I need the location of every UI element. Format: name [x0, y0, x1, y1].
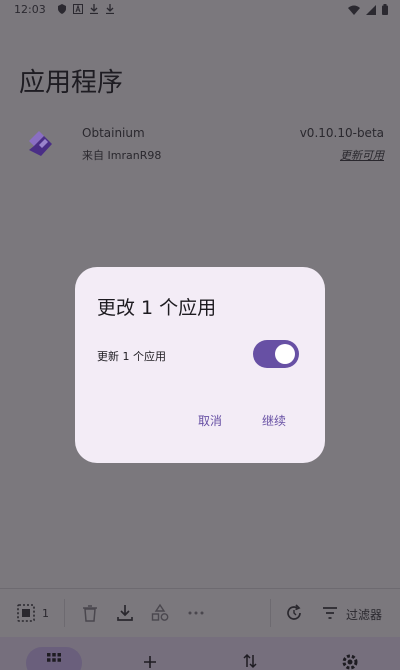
filter-button-label[interactable]: 过滤器 — [346, 606, 382, 623]
more-icon[interactable] — [186, 603, 206, 623]
continue-button[interactable]: 继续 — [262, 412, 286, 429]
apps-icon — [47, 653, 61, 662]
signal-icon — [366, 4, 376, 15]
toolbar-separator — [270, 599, 271, 627]
add-icon[interactable] — [143, 655, 157, 669]
switch-thumb — [275, 344, 295, 364]
selected-count: 1 — [42, 607, 49, 620]
obtainium-logo-icon — [29, 131, 52, 156]
shield-icon — [58, 4, 66, 14]
trash-icon[interactable] — [80, 603, 100, 623]
app-update-status: 更新可用 — [340, 149, 384, 162]
change-apps-dialog: 更改 1 个应用 更新 1 个应用 取消 继续 — [75, 267, 325, 463]
dialog-title: 更改 1 个应用 — [97, 297, 217, 319]
update-toggle-label: 更新 1 个应用 — [97, 350, 166, 363]
status-bar: 12:03 — [0, 0, 400, 22]
app-name: Obtainium — [82, 126, 145, 140]
filter-icon[interactable] — [320, 603, 340, 623]
wifi-icon — [348, 5, 360, 15]
download-icon — [90, 4, 98, 14]
refresh-icon[interactable] — [284, 603, 304, 623]
categories-icon[interactable] — [150, 603, 170, 623]
app-version: v0.10.10-beta — [299, 126, 384, 140]
app-source: 来自 ImranR98 — [82, 149, 162, 162]
settings-icon[interactable] — [341, 653, 359, 670]
toolbar-separator — [64, 599, 65, 627]
page-title: 应用程序 — [19, 68, 124, 98]
navigation-bar — [0, 637, 400, 670]
download-icon — [106, 4, 114, 14]
status-time: 12:03 — [14, 3, 46, 16]
a-box-icon — [73, 4, 83, 14]
select-all-icon[interactable] — [16, 603, 36, 623]
bottom-toolbar: 1 过滤器 — [0, 589, 400, 637]
import-export-icon[interactable] — [243, 653, 257, 669]
nav-item-apps[interactable] — [26, 647, 82, 670]
update-toggle-switch[interactable] — [253, 340, 299, 368]
download-icon[interactable] — [115, 603, 135, 623]
app-list-item[interactable]: Obtainium 来自 ImranR98 v0.10.10-beta 更新可用 — [0, 118, 400, 174]
battery-icon — [382, 4, 388, 15]
cancel-button[interactable]: 取消 — [198, 412, 222, 429]
